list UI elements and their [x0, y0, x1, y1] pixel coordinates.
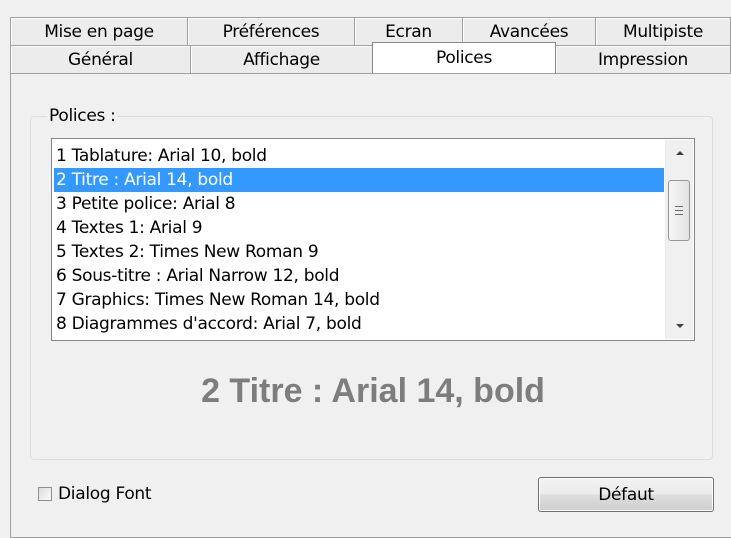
fonts-list-items: 1 Tablature: Arial 10, bold 2 Titre : Ar… [54, 144, 664, 340]
checkbox-box[interactable] [38, 487, 52, 501]
font-list-item-8[interactable]: 8 Diagrammes d'accord: Arial 7, bold [54, 312, 664, 336]
font-list-item-3[interactable]: 3 Petite police: Arial 8 [54, 192, 664, 216]
grip-icon [675, 206, 683, 215]
tab-avancees[interactable]: Avancées [462, 17, 595, 45]
tab-multipiste[interactable]: Multipiste [595, 17, 731, 45]
tab-impression[interactable]: Impression [556, 45, 731, 73]
scroll-down-button[interactable] [666, 313, 693, 339]
tab-polices[interactable]: Polices [372, 42, 556, 73]
default-button[interactable]: Défaut [538, 477, 714, 512]
arrow-up-icon [675, 151, 684, 155]
tab-preferences[interactable]: Préférences [187, 17, 354, 45]
font-list-item-7[interactable]: 7 Graphics: Times New Roman 14, bold [54, 288, 664, 312]
tab-general[interactable]: Général [10, 45, 190, 73]
font-list-item-5[interactable]: 5 Textes 2: Times New Roman 9 [54, 240, 664, 264]
tab-ecran[interactable]: Ecran [354, 17, 462, 45]
dialog-font-checkbox[interactable]: Dialog Font [38, 484, 152, 504]
font-preview: 2 Titre : Arial 14, bold [201, 372, 545, 410]
scroll-up-button[interactable] [666, 140, 693, 166]
fonts-list-scrollbar[interactable] [665, 140, 693, 339]
fonts-groupbox-legend: Polices : [47, 104, 118, 128]
tab-mise-en-page[interactable]: Mise en page [10, 17, 187, 45]
font-list-item-6[interactable]: 6 Sous-titre : Arial Narrow 12, bold [54, 264, 664, 288]
dialog-font-label: Dialog Font [58, 484, 152, 504]
tab-affichage[interactable]: Affichage [190, 45, 372, 73]
font-list-item-1[interactable]: 1 Tablature: Arial 10, bold [54, 144, 664, 168]
fonts-listbox[interactable]: 1 Tablature: Arial 10, bold 2 Titre : Ar… [51, 138, 695, 341]
font-list-item-4[interactable]: 4 Textes 1: Arial 9 [54, 216, 664, 240]
arrow-down-icon [675, 324, 684, 328]
font-list-item-2-selected[interactable]: 2 Titre : Arial 14, bold [54, 168, 664, 192]
tab-row-front: Général Affichage Polices Impression [10, 42, 731, 73]
scroll-thumb[interactable] [668, 180, 690, 241]
tab-row-back: Mise en page Préférences Ecran Avancées … [10, 17, 731, 45]
